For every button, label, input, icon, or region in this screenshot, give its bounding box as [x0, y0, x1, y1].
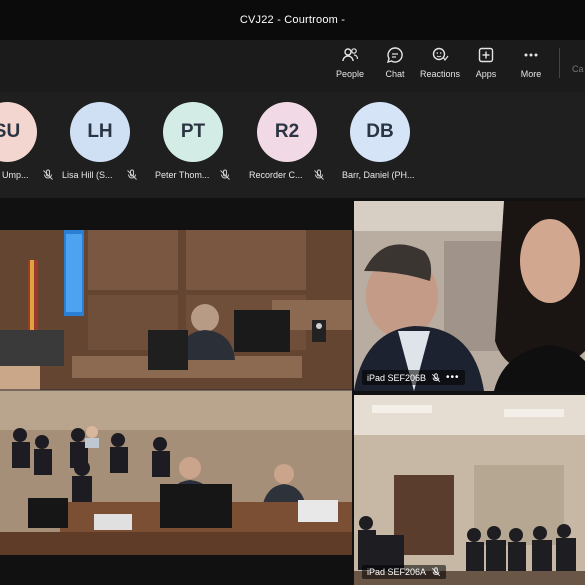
mic-off-icon	[219, 168, 231, 180]
participant-tile[interactable]: SU Ump...	[0, 102, 54, 192]
reactions-button[interactable]: Reactions	[417, 46, 463, 88]
more-dots-icon	[522, 46, 540, 64]
video-options-button[interactable]: •••	[446, 372, 460, 383]
avatar: R2	[257, 102, 317, 162]
ipad-sef206b-video-feed[interactable]: iPad SEF206B •••	[354, 201, 585, 391]
reactions-icon	[431, 46, 449, 64]
ipad-sef206a-scene	[354, 395, 585, 585]
participant-strip: SU Ump... LH Lisa Hill (S... PT Peter Th…	[0, 92, 585, 198]
toolbar-divider	[559, 48, 560, 78]
apps-plus-icon	[477, 46, 495, 64]
chat-icon	[386, 46, 404, 64]
chat-button[interactable]: Chat	[372, 46, 418, 88]
mic-off-icon	[126, 168, 138, 180]
participant-tile[interactable]: PT Peter Thom...	[146, 102, 240, 192]
participant-name: Barr, Daniel (PH...	[342, 170, 415, 180]
participant-name: Ump...	[2, 170, 29, 180]
mic-off-icon	[431, 372, 441, 383]
courtroom-scene	[0, 230, 352, 555]
participant-tile[interactable]: R2 Recorder C...	[240, 102, 334, 192]
apps-button[interactable]: Apps	[463, 46, 509, 88]
camera-button-partial[interactable]: Ca	[572, 64, 584, 74]
ipad-sef206a-video-feed[interactable]: iPad SEF206A	[354, 395, 585, 585]
more-label: More	[520, 69, 542, 79]
chat-label: Chat	[385, 69, 405, 79]
courtroom-video-feed[interactable]	[0, 230, 352, 555]
meeting-toolbar: People Chat Reactions Apps More	[0, 40, 585, 92]
video-grid: iPad SEF206B ••• iPad SEF206A	[0, 198, 585, 585]
people-button[interactable]: People	[327, 46, 373, 88]
mic-off-icon	[313, 168, 325, 180]
video-name-label: iPad SEF206B •••	[362, 370, 465, 385]
avatar: PT	[163, 102, 223, 162]
video-name: iPad SEF206A	[367, 567, 427, 577]
avatar: DB	[350, 102, 410, 162]
ipad-sef206b-scene	[354, 201, 585, 391]
mic-off-icon	[431, 567, 441, 577]
participant-tile[interactable]: DB Barr, Daniel (PH...	[333, 102, 433, 192]
video-name-label: iPad SEF206A	[362, 565, 447, 579]
participant-tile[interactable]: LH Lisa Hill (S...	[53, 102, 147, 192]
video-name: iPad SEF206B	[367, 372, 427, 383]
meeting-title: CVJ22 - Courtroom -	[239, 14, 346, 26]
reactions-label: Reactions	[419, 69, 461, 79]
more-button[interactable]: More	[508, 46, 554, 88]
title-bar: CVJ22 - Courtroom -	[0, 0, 585, 40]
avatar: LH	[70, 102, 130, 162]
people-icon	[341, 46, 359, 64]
people-label: People	[335, 69, 365, 79]
avatar: SU	[0, 102, 37, 162]
apps-label: Apps	[475, 69, 497, 79]
